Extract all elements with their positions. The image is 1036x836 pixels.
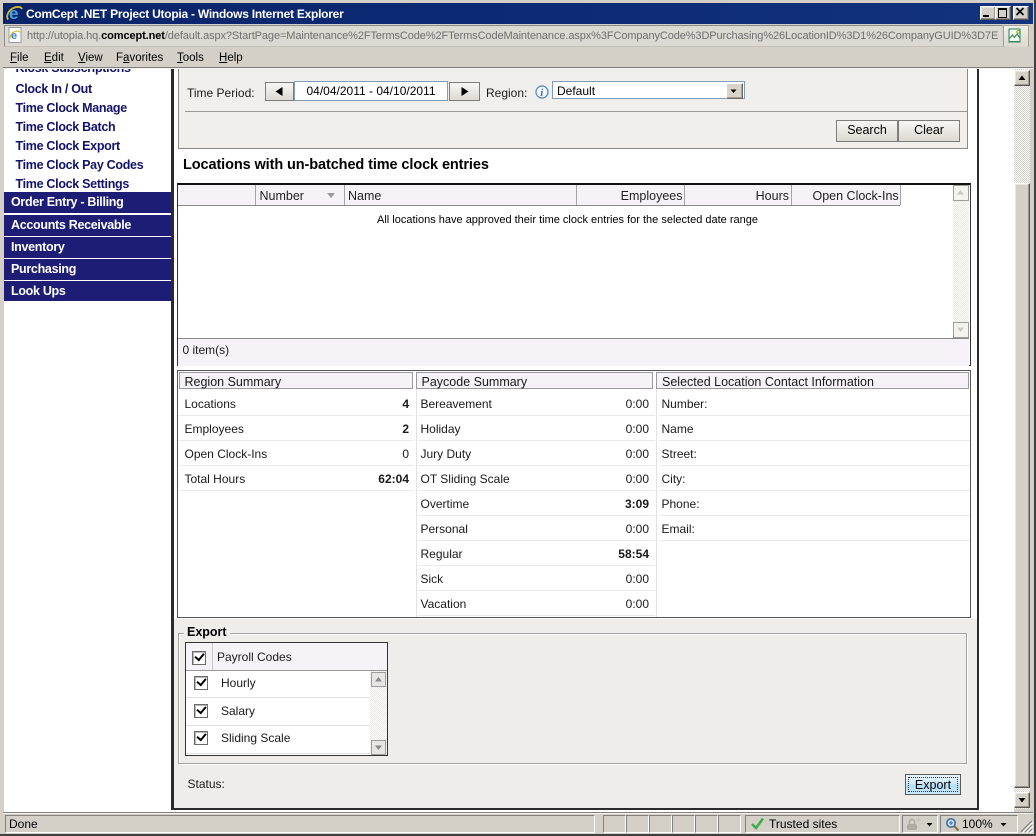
svg-text:i: i: [540, 88, 543, 99]
